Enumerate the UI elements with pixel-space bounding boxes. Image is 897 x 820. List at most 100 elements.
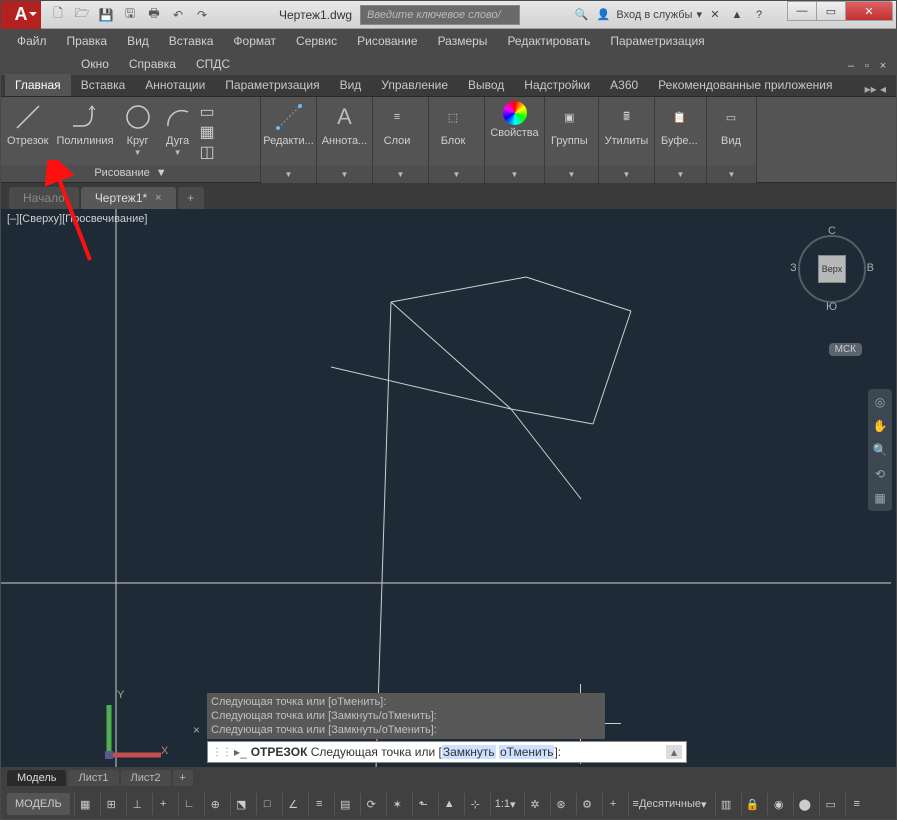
customize-icon[interactable]: ≡ xyxy=(845,793,867,815)
add-layout-button[interactable]: + xyxy=(173,770,193,786)
tab-model[interactable]: Модель xyxy=(7,770,66,786)
filter-icon[interactable]: ▲ xyxy=(438,793,460,815)
tab-layout1[interactable]: Лист1 xyxy=(68,770,118,786)
rectangle-icon[interactable]: ▭ xyxy=(200,102,222,120)
tab-insert[interactable]: Вставка xyxy=(71,74,136,96)
gizmo-icon[interactable]: ⊹ xyxy=(464,793,486,815)
utilities-button[interactable]: 🖩Утилиты xyxy=(601,99,652,163)
groups-button[interactable]: ▣Группы xyxy=(547,99,592,163)
a360-icon[interactable]: ▲ xyxy=(728,6,746,24)
new-tab-button[interactable]: + xyxy=(178,187,204,209)
cycling-icon[interactable]: ⟳ xyxy=(360,793,382,815)
annotation-button[interactable]: AАннота... xyxy=(319,99,370,163)
units-button[interactable]: ≡ Десятичные ▾ xyxy=(628,793,711,815)
polar-icon[interactable]: ⊕ xyxy=(204,793,226,815)
dyninput-icon[interactable]: + xyxy=(152,793,174,815)
menu-window[interactable]: Окно xyxy=(71,54,119,74)
menu-parametric[interactable]: Параметризация xyxy=(600,31,714,51)
saveas-icon[interactable]: 🖫 xyxy=(119,4,141,26)
lineweight-icon[interactable]: ≡ xyxy=(308,793,330,815)
tab-view[interactable]: Вид xyxy=(330,74,372,96)
panel-modify-expand[interactable]: ▼ xyxy=(261,166,316,183)
view-button[interactable]: ▭Вид xyxy=(709,99,753,163)
dynamic-ucs-icon[interactable]: ⬑ xyxy=(412,793,434,815)
menu-spds[interactable]: СПДС xyxy=(186,54,240,74)
search-input[interactable]: Введите ключевое слово/фразу xyxy=(360,5,520,25)
block-button[interactable]: ⬚Блок xyxy=(431,99,475,163)
otrack-icon[interactable]: ∠ xyxy=(282,793,304,815)
osnap-icon[interactable]: □ xyxy=(256,793,278,815)
menu-insert[interactable]: Вставка xyxy=(159,31,224,51)
maximize-button[interactable]: ▭ xyxy=(816,1,846,21)
tab-a360[interactable]: A360 xyxy=(600,74,648,96)
cmd-recent-icon[interactable]: ▴ xyxy=(666,745,682,759)
zoom-icon[interactable]: 🔍 xyxy=(871,441,889,459)
tab-parametric[interactable]: Параметризация xyxy=(215,74,329,96)
new-icon[interactable]: 🗋 xyxy=(47,4,69,26)
open-icon[interactable]: 🗁 xyxy=(71,4,93,26)
drawing-canvas[interactable]: [–][Сверху][Просвечивание] X Y В xyxy=(1,209,896,767)
viewcube[interactable]: Верх С Ю В З xyxy=(792,229,872,309)
isodraft-icon[interactable]: ⬔ xyxy=(230,793,252,815)
showmotion-icon[interactable]: ▦ xyxy=(871,489,889,507)
tab-output[interactable]: Вывод xyxy=(458,74,514,96)
tab-addins[interactable]: Надстройки xyxy=(514,74,600,96)
exchange-icon[interactable]: ✕ xyxy=(706,6,724,24)
infer-icon[interactable]: ⊥ xyxy=(126,793,148,815)
tab-layout2[interactable]: Лист2 xyxy=(121,770,171,786)
tab-home[interactable]: Главная xyxy=(5,74,71,96)
menu-dimension[interactable]: Размеры xyxy=(428,31,498,51)
mdi-restore[interactable]: ▫ xyxy=(860,59,874,73)
cmd-handle-icon[interactable]: ⋮⋮ xyxy=(212,747,230,758)
hatch-icon[interactable]: ▦ xyxy=(200,122,222,140)
menu-view[interactable]: Вид xyxy=(117,31,159,51)
polyline-button[interactable]: Полилиния xyxy=(52,99,117,163)
ribbon-more[interactable]: ▸▸ ◂ xyxy=(859,82,892,96)
menu-edit[interactable]: Правка xyxy=(57,31,118,51)
user-icon[interactable]: 👤 xyxy=(594,6,612,24)
transparency-icon[interactable]: ▤ xyxy=(334,793,356,815)
viewcube-face[interactable]: Верх xyxy=(818,255,846,283)
circle-button[interactable]: Круг▼ xyxy=(118,99,158,163)
tab-annotate[interactable]: Аннотации xyxy=(135,74,215,96)
line-button[interactable]: Отрезок xyxy=(3,99,52,163)
tab-manage[interactable]: Управление xyxy=(371,74,458,96)
lockui-icon[interactable]: 🔒 xyxy=(741,793,764,815)
save-icon[interactable]: 💾 xyxy=(95,4,117,26)
tab-drawing[interactable]: Чертеж1*× xyxy=(81,187,176,209)
close-button[interactable]: ✕ xyxy=(845,1,893,21)
menu-tools[interactable]: Сервис xyxy=(286,31,347,51)
menu-help[interactable]: Справка xyxy=(119,54,186,74)
modelspace-button[interactable]: МОДЕЛЬ xyxy=(7,793,70,815)
command-line[interactable]: ⋮⋮ ▸_ ОТРЕЗОК Следующая точка или [Замкн… xyxy=(207,741,687,763)
isolate-icon[interactable]: ◉ xyxy=(767,793,789,815)
arc-button[interactable]: Дуга▼ xyxy=(158,99,198,163)
steering-wheel-icon[interactable]: ◎ xyxy=(871,393,889,411)
modify-button[interactable]: Редакти... xyxy=(263,99,314,163)
annovis-icon[interactable]: ✲ xyxy=(524,793,546,815)
pan-icon[interactable]: ✋ xyxy=(871,417,889,435)
menu-format[interactable]: Формат xyxy=(223,31,286,51)
annoscale-button[interactable]: 1:1 ▾ xyxy=(490,793,520,815)
cleanscreen-icon[interactable]: ▭ xyxy=(819,793,841,815)
undo-icon[interactable]: ↶ xyxy=(167,4,189,26)
region-icon[interactable]: ◫ xyxy=(200,142,222,160)
menu-file[interactable]: Файл xyxy=(7,31,57,51)
clipboard-button[interactable]: 📋Буфе... xyxy=(657,99,702,163)
orbit-icon[interactable]: ⟲ xyxy=(871,465,889,483)
help-icon[interactable]: ? xyxy=(750,6,768,24)
annomon-icon[interactable]: + xyxy=(602,793,624,815)
ortho-icon[interactable]: ∟ xyxy=(178,793,200,815)
grid-icon[interactable]: ▦ xyxy=(74,793,96,815)
tab-start[interactable]: Начало xyxy=(9,187,79,209)
signin-link[interactable]: Вход в службы xyxy=(616,9,692,21)
properties-button[interactable]: Свойства xyxy=(487,99,542,163)
snap-icon[interactable]: ⊞ xyxy=(100,793,122,815)
workspace-icon[interactable]: ⚙ xyxy=(576,793,598,815)
layers-button[interactable]: ≡Слои xyxy=(375,99,419,163)
redo-icon[interactable]: ↷ xyxy=(191,4,213,26)
tab-featured[interactable]: Рекомендованные приложения xyxy=(648,74,842,96)
3dosnap-icon[interactable]: ✶ xyxy=(386,793,408,815)
app-menu-icon[interactable]: A xyxy=(1,1,41,29)
panel-draw-title[interactable]: Рисование ▼ xyxy=(1,165,260,182)
